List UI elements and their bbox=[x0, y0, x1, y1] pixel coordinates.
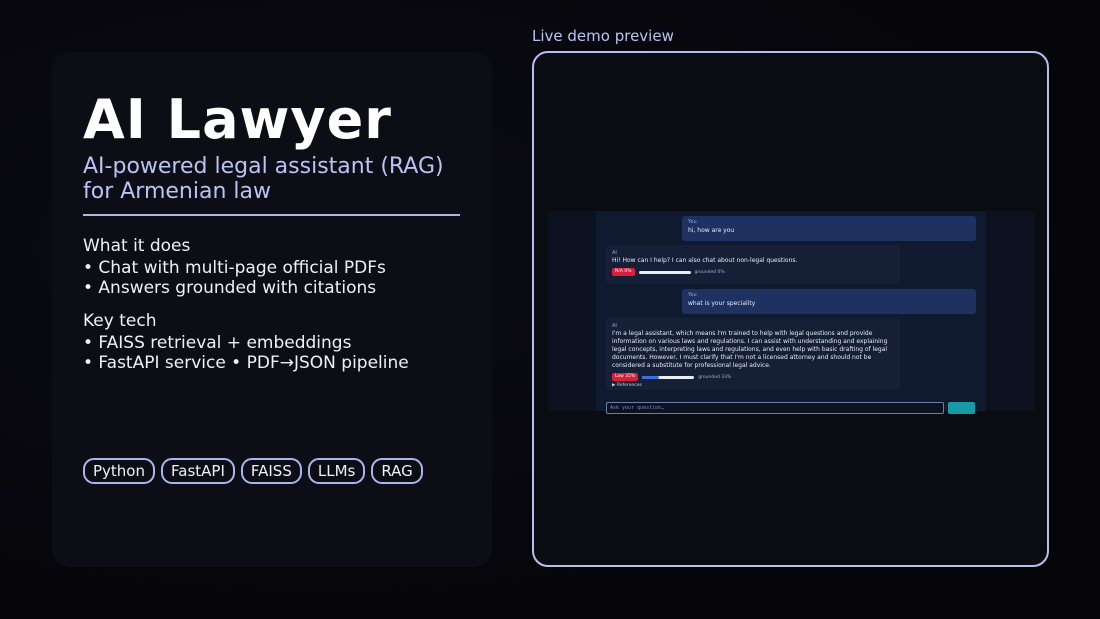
message-meta: Low 35% grounded 33% bbox=[612, 373, 894, 381]
tech-tags: Python FastAPI FAISS LLMs RAG bbox=[83, 458, 423, 484]
demo-preview-frame: You hi, how are you AI Hi! How can I hel… bbox=[532, 51, 1049, 567]
project-card: AI Lawyer AI-powered legal assistant (RA… bbox=[52, 52, 492, 567]
ai-message: AI Hi! How can I help? I can also chat a… bbox=[606, 245, 900, 284]
message-author: You bbox=[688, 219, 697, 225]
what-it-does-heading: What it does bbox=[83, 236, 191, 256]
tag-rag: RAG bbox=[371, 458, 423, 484]
bullet-item: • Answers grounded with citations bbox=[83, 278, 377, 298]
user-message: You hi, how are you bbox=[682, 216, 976, 241]
grounded-bar bbox=[642, 375, 695, 379]
what-it-does-section: What it does • Chat with multi-page offi… bbox=[83, 236, 463, 299]
message-text: Hi! How can I help? I can also chat abou… bbox=[612, 257, 798, 264]
demo-screenshot: You hi, how are you AI Hi! How can I hel… bbox=[548, 211, 1035, 414]
title-divider bbox=[83, 214, 460, 216]
chat-column: You hi, how are you AI Hi! How can I hel… bbox=[596, 211, 986, 414]
bullet-item: • FAISS retrieval + embeddings bbox=[83, 332, 352, 353]
bullet-item: • Chat with multi-page official PDFs bbox=[83, 257, 386, 278]
project-subtitle: AI-powered legal assistant (RAG) for Arm… bbox=[83, 154, 444, 204]
message-author: AI bbox=[612, 250, 617, 256]
message-text: hi, how are you bbox=[688, 227, 735, 234]
grounded-label: grounded 33% bbox=[698, 374, 732, 380]
key-tech-section: Key tech • FAISS retrieval + embeddings … bbox=[83, 311, 463, 374]
message-author: You bbox=[688, 292, 697, 298]
grounded-label: grounded 0% bbox=[694, 269, 725, 275]
stage: AI Lawyer AI-powered legal assistant (RA… bbox=[0, 0, 1100, 619]
ai-message: AI I'm a legal assistant, which means I'… bbox=[606, 318, 900, 390]
message-author: AI bbox=[612, 323, 617, 329]
bullet-item: • FastAPI service • PDF→JSON pipeline bbox=[83, 353, 409, 373]
send-button[interactable] bbox=[948, 402, 975, 414]
message-text: what is your speciality bbox=[688, 300, 756, 307]
tag-python: Python bbox=[83, 458, 155, 484]
confidence-badge: N/A 0% bbox=[612, 268, 635, 276]
user-message: You what is your speciality bbox=[682, 289, 976, 314]
message-meta: N/A 0% grounded 0% bbox=[612, 268, 894, 276]
project-title: AI Lawyer bbox=[83, 88, 392, 151]
confidence-badge: Low 35% bbox=[612, 373, 639, 381]
message-text: I'm a legal assistant, which means I'm t… bbox=[612, 330, 888, 369]
tag-fastapi: FastAPI bbox=[161, 458, 235, 484]
tag-faiss: FAISS bbox=[240, 458, 302, 484]
key-tech-heading: Key tech bbox=[83, 311, 157, 331]
question-input[interactable]: Ask your question… bbox=[606, 402, 944, 414]
tag-llms: LLMs bbox=[307, 458, 366, 484]
preview-label: Live demo preview bbox=[532, 27, 674, 45]
references-toggle[interactable]: ▶ References bbox=[612, 383, 894, 388]
grounded-bar-fill bbox=[642, 375, 660, 379]
grounded-bar bbox=[638, 270, 691, 274]
